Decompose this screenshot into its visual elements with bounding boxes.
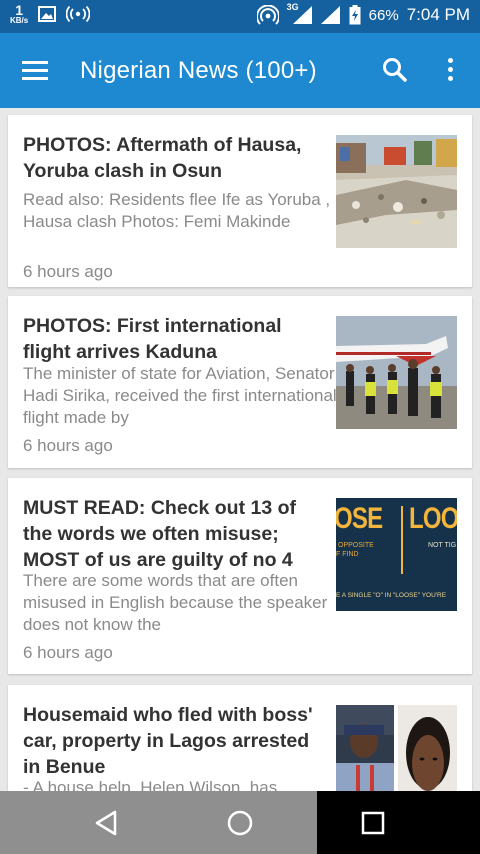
clash-aftermath-photo bbox=[336, 135, 457, 248]
battery-level: 66% bbox=[368, 6, 399, 24]
arrest-news-photo bbox=[336, 705, 457, 791]
thumb-bottom: E A SINGLE "O" IN "LOOSE" YOU'RE bbox=[336, 592, 447, 599]
wifi-tethering-icon bbox=[256, 5, 279, 25]
article-summary: The minister of state for Aviation, Sena… bbox=[23, 364, 337, 427]
hotspot-icon bbox=[66, 6, 91, 22]
article-thumbnail[interactable] bbox=[336, 135, 457, 248]
network-speed-value: 1 bbox=[15, 2, 24, 18]
article-headline[interactable]: PHOTOS: First international flight arriv… bbox=[23, 313, 328, 365]
status-time: 7:04 PM bbox=[406, 5, 470, 24]
battery-charging-icon bbox=[349, 5, 361, 25]
status-left: 1 KB/s bbox=[10, 3, 91, 25]
network-speed-unit: KB/s bbox=[10, 16, 29, 25]
article-headline[interactable]: PHOTOS: Aftermath of Hausa, Yoruba clash… bbox=[23, 132, 328, 184]
system-nav-bar bbox=[0, 791, 480, 854]
home-circle-icon[interactable] bbox=[224, 807, 256, 839]
image-notification-icon bbox=[38, 6, 57, 22]
article-card-1[interactable]: PHOTOS: Aftermath of Hausa, Yoruba clash… bbox=[8, 115, 472, 287]
article-summary: - A house help, Helen Wilson, has bbox=[23, 778, 278, 791]
thumb-sub-left-2: F FIND bbox=[336, 551, 359, 558]
signal-strength-icon bbox=[292, 6, 312, 24]
back-triangle-icon[interactable] bbox=[91, 807, 123, 839]
status-bar: 1 KB/s 3G 66% 7:04 PM bbox=[0, 0, 480, 33]
more-vertical-icon[interactable] bbox=[440, 55, 460, 85]
article-summary: There are some words that are often misu… bbox=[23, 571, 328, 634]
article-card-4[interactable]: Housemaid who fled with boss' car, prope… bbox=[8, 685, 472, 791]
article-card-2[interactable]: PHOTOS: First international flight arriv… bbox=[8, 296, 472, 468]
article-time: 6 hours ago bbox=[23, 436, 113, 455]
app-bar: Nigerian News (100+) bbox=[0, 33, 480, 108]
signal-indicator: 3G bbox=[287, 2, 313, 25]
thumb-word-right: LOO bbox=[409, 502, 457, 535]
status-right: 3G 66% 7:04 PM bbox=[256, 2, 470, 25]
thumb-sub-left-1: OPPOSITE bbox=[338, 542, 374, 549]
signal-bars-icon bbox=[320, 6, 340, 24]
search-icon[interactable] bbox=[381, 56, 409, 84]
news-feed[interactable]: PHOTOS: Aftermath of Hausa, Yoruba clash… bbox=[0, 108, 480, 791]
article-thumbnail[interactable] bbox=[336, 705, 457, 791]
article-summary: Read also: Residents flee Ife as Yoruba … bbox=[23, 190, 331, 231]
article-headline[interactable]: MUST READ: Check out 13 of the words we … bbox=[23, 495, 328, 573]
app-title: Nigerian News (100+) bbox=[80, 57, 317, 84]
article-thumbnail[interactable]: OSE LOO OPPOSITE F FIND NOT TIG E A SING… bbox=[336, 498, 457, 611]
thumb-word-left: OSE bbox=[336, 502, 383, 535]
nav-bar-right bbox=[317, 791, 480, 854]
article-time: 6 hours ago bbox=[23, 643, 113, 662]
article-headline[interactable]: Housemaid who fled with boss' car, prope… bbox=[23, 702, 323, 780]
recents-square-icon[interactable] bbox=[357, 807, 389, 839]
article-card-3[interactable]: MUST READ: Check out 13 of the words we … bbox=[8, 478, 472, 674]
thumb-sub-right: NOT TIG bbox=[428, 542, 457, 549]
article-time: 6 hours ago bbox=[23, 262, 113, 281]
thumb-divider bbox=[401, 506, 403, 574]
nav-bar-left bbox=[0, 791, 317, 854]
article-thumbnail[interactable] bbox=[336, 316, 457, 429]
network-speed: 1 KB/s bbox=[10, 3, 28, 25]
hamburger-menu-icon[interactable] bbox=[22, 57, 52, 83]
flight-arrival-photo bbox=[336, 316, 457, 429]
